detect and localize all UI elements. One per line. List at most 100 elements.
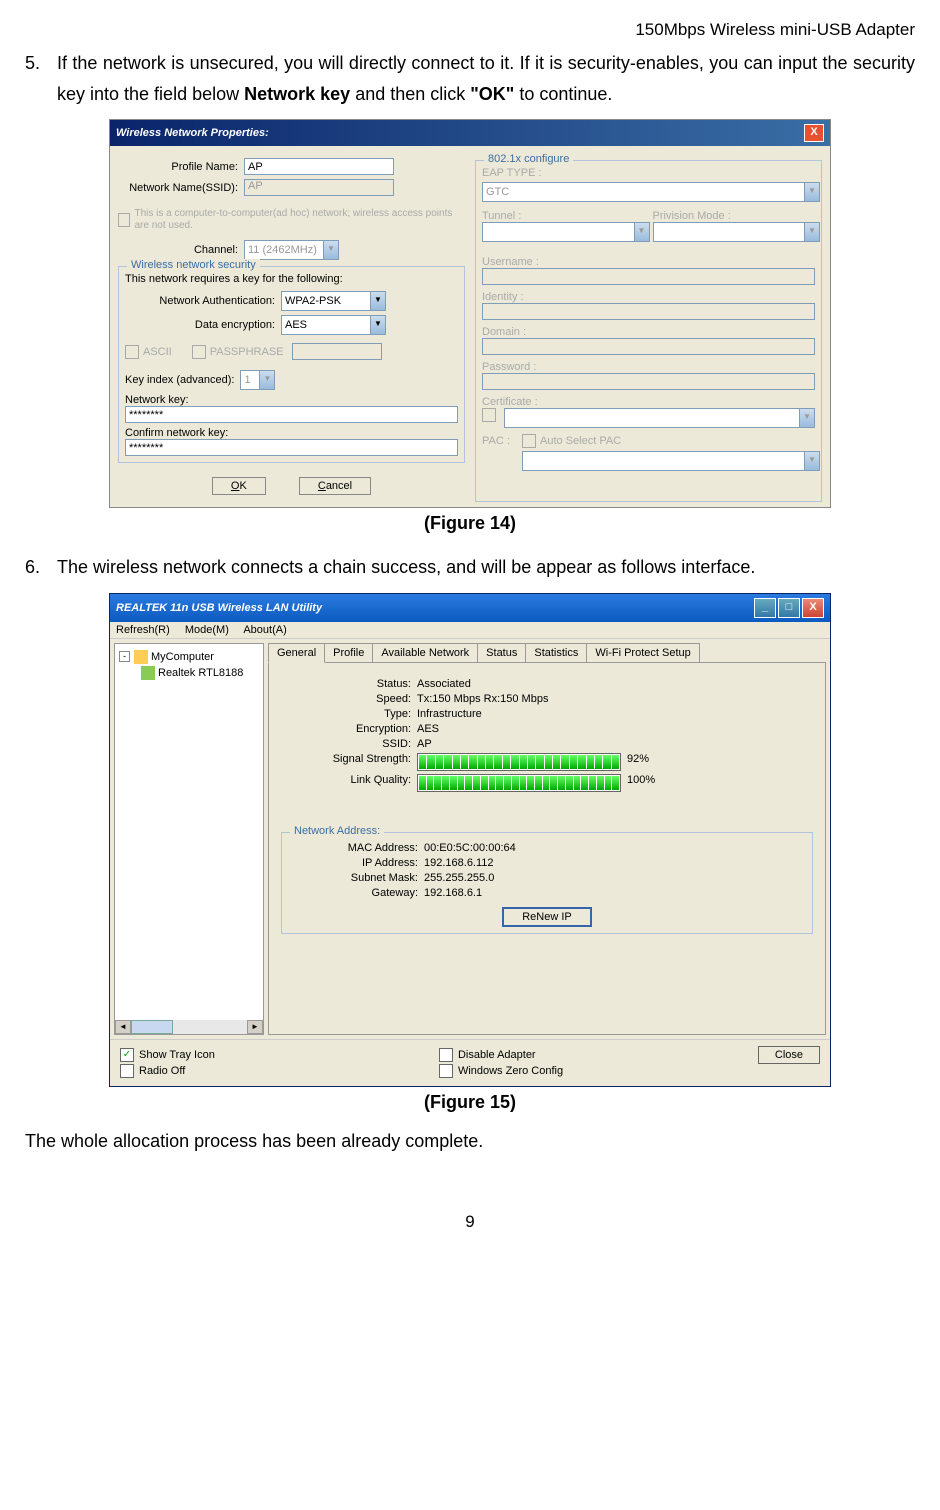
tab-general[interactable]: General <box>268 643 325 663</box>
password-input <box>482 373 815 390</box>
step-number: 5. <box>25 48 57 109</box>
profile-name-label: Profile Name: <box>118 161 244 173</box>
adhoc-checkbox <box>118 213 130 227</box>
key-index-value: 1 <box>244 374 250 386</box>
identity-label: Identity : <box>482 291 815 303</box>
net-auth-select[interactable]: WPA2-PSK ▼ <box>281 291 386 311</box>
confirm-key-label: Confirm network key: <box>125 427 458 439</box>
figure-14-caption: (Figure 14) <box>25 513 915 534</box>
x802-fieldset: 802.1x configure EAP TYPE : GTC ▼ Tunnel… <box>475 160 822 502</box>
chevron-down-icon[interactable]: ▼ <box>370 292 385 310</box>
show-tray-label: Show Tray Icon <box>139 1049 215 1061</box>
subnet-value: 255.255.255.0 <box>424 872 806 884</box>
username-label: Username : <box>482 256 815 268</box>
security-text: This network requires a key for the foll… <box>125 273 458 285</box>
menu-about[interactable]: About(A) <box>243 624 286 636</box>
tab-wifi-protect[interactable]: Wi-Fi Protect Setup <box>586 643 699 662</box>
profile-name-input[interactable] <box>244 158 394 175</box>
tab-available-network[interactable]: Available Network <box>372 643 478 662</box>
confirm-key-input[interactable] <box>125 439 458 456</box>
key-index-select: 1 ▼ <box>240 370 275 390</box>
figure-15-window: REALTEK 11n USB Wireless LAN Utility _ □… <box>109 593 831 1087</box>
step-text: If the network is unsecured, you will di… <box>57 48 915 109</box>
text-part: to continue. <box>514 84 612 104</box>
tab-profile[interactable]: Profile <box>324 643 373 662</box>
ok-button[interactable]: OK <box>212 477 266 495</box>
tab-status[interactable]: Status <box>477 643 526 662</box>
step-number: 6. <box>25 552 57 583</box>
scroll-left-icon[interactable]: ◄ <box>115 1020 131 1034</box>
type-label: Type: <box>281 708 417 720</box>
data-enc-select[interactable]: AES ▼ <box>281 315 386 335</box>
figure-15-caption: (Figure 15) <box>25 1092 915 1113</box>
network-address-legend: Network Address: <box>290 825 384 837</box>
step-text: The wireless network connects a chain su… <box>57 552 915 583</box>
ssid-value: AP <box>417 738 813 750</box>
pac-select: ▼ <box>522 451 820 471</box>
ssid-label: SSID: <box>281 738 417 750</box>
chevron-down-icon: ▼ <box>799 409 814 427</box>
minimize-icon[interactable]: _ <box>754 598 776 618</box>
tab-content-general: Status:Associated Speed:Tx:150 Mbps Rx:1… <box>268 662 826 1035</box>
horizontal-scrollbar[interactable]: ◄ ► <box>115 1020 263 1034</box>
speed-value: Tx:150 Mbps Rx:150 Mbps <box>417 693 813 705</box>
figure-14-dialog: Wireless Network Properties: X Profile N… <box>109 119 831 508</box>
bold-ok: "OK" <box>470 84 514 104</box>
close-icon[interactable]: X <box>804 124 824 142</box>
tunnel-label: Tunnel : <box>482 210 645 222</box>
page-number: 9 <box>25 1212 915 1232</box>
radio-off-checkbox[interactable] <box>120 1064 134 1078</box>
tab-bar: General Profile Available Network Status… <box>268 643 826 662</box>
radio-off-label: Radio Off <box>139 1065 185 1077</box>
auto-pac-label: Auto Select PAC <box>540 435 621 447</box>
scroll-right-icon[interactable]: ► <box>247 1020 263 1034</box>
privision-select: ▼ <box>653 222 821 242</box>
tree-mycomputer[interactable]: MyComputer <box>151 651 214 663</box>
cancel-label: ancel <box>326 480 352 492</box>
menubar: Refresh(R) Mode(M) About(A) <box>110 622 830 639</box>
auto-pac-checkbox <box>522 434 536 448</box>
chevron-down-icon: ▼ <box>634 223 649 241</box>
show-tray-checkbox[interactable]: ✓ <box>120 1048 134 1062</box>
device-icon <box>141 666 155 680</box>
ip-label: IP Address: <box>288 857 424 869</box>
certificate-checkbox <box>482 408 496 422</box>
tree-collapse-icon[interactable]: - <box>119 651 130 662</box>
tree-device[interactable]: Realtek RTL8188 <box>158 667 243 679</box>
maximize-icon[interactable]: □ <box>778 598 800 618</box>
scroll-thumb[interactable] <box>131 1020 173 1034</box>
step-6: 6. The wireless network connects a chain… <box>25 552 915 583</box>
eap-type-select: GTC ▼ <box>482 182 820 202</box>
close-icon[interactable]: X <box>802 598 824 618</box>
passphrase-input <box>292 343 382 360</box>
menu-refresh[interactable]: Refresh(R) <box>116 624 170 636</box>
device-tree[interactable]: - MyComputer Realtek RTL8188 ◄ ► <box>114 643 264 1035</box>
link-value: 100% <box>627 774 655 792</box>
tab-statistics[interactable]: Statistics <box>525 643 587 662</box>
menu-mode[interactable]: Mode(M) <box>185 624 229 636</box>
password-label: Password : <box>482 361 815 373</box>
type-value: Infrastructure <box>417 708 813 720</box>
cancel-button[interactable]: Cancel <box>299 477 371 495</box>
close-button[interactable]: Close <box>758 1046 820 1064</box>
certificate-label: Certificate : <box>482 396 815 408</box>
ssid-input: AP <box>244 179 394 196</box>
windows-zero-checkbox[interactable] <box>439 1064 453 1078</box>
ip-value: 192.168.6.112 <box>424 857 806 869</box>
chevron-down-icon[interactable]: ▼ <box>370 316 385 334</box>
domain-label: Domain : <box>482 326 815 338</box>
key-index-label: Key index (advanced): <box>125 374 234 386</box>
domain-input <box>482 338 815 355</box>
network-key-input[interactable] <box>125 406 458 423</box>
window-titlebar: REALTEK 11n USB Wireless LAN Utility _ □… <box>110 594 830 622</box>
renew-ip-button[interactable]: ReNew IP <box>502 907 592 927</box>
passphrase-label: PASSPHRASE <box>210 346 284 358</box>
channel-value: 11 (2462MHz) <box>248 244 317 256</box>
signal-strength-bar <box>417 753 621 771</box>
identity-input <box>482 303 815 320</box>
disable-adapter-checkbox[interactable] <box>439 1048 453 1062</box>
chevron-down-icon: ▼ <box>804 452 819 470</box>
network-address-fieldset: Network Address: MAC Address:00:E0:5C:00… <box>281 832 813 934</box>
gateway-value: 192.168.6.1 <box>424 887 806 899</box>
channel-select: 11 (2462MHz) ▼ <box>244 240 339 260</box>
